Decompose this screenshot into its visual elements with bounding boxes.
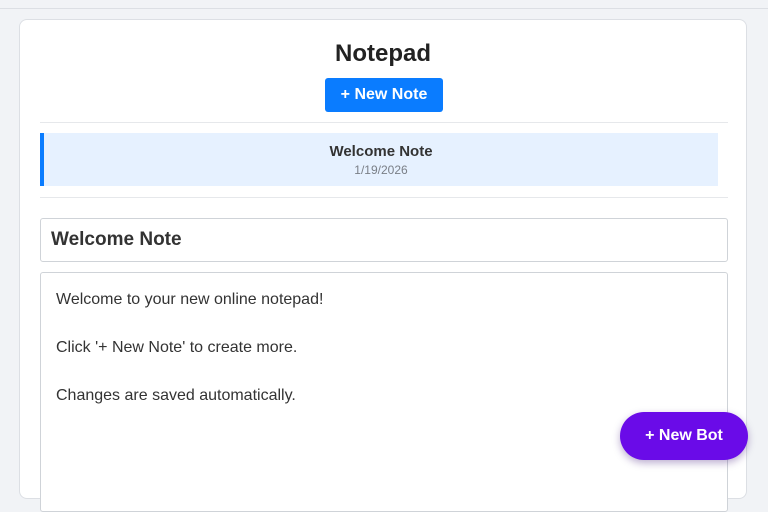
new-note-button[interactable]: + New Note bbox=[325, 78, 443, 112]
notes-list-divider-top bbox=[40, 122, 728, 123]
new-bot-button[interactable]: + New Bot bbox=[620, 412, 748, 460]
note-list-item-title: Welcome Note bbox=[329, 143, 433, 160]
page-title: Notepad bbox=[335, 40, 431, 67]
note-list-item[interactable]: Welcome Note 1/19/2026 bbox=[40, 133, 718, 186]
notes-list-divider-bottom bbox=[40, 197, 728, 198]
note-body-textarea[interactable]: Welcome to your new online notepad! Clic… bbox=[40, 272, 728, 512]
note-list-item-date: 1/19/2026 bbox=[354, 163, 408, 177]
note-title-input[interactable] bbox=[40, 218, 728, 262]
top-toolbar-strip bbox=[0, 0, 768, 9]
